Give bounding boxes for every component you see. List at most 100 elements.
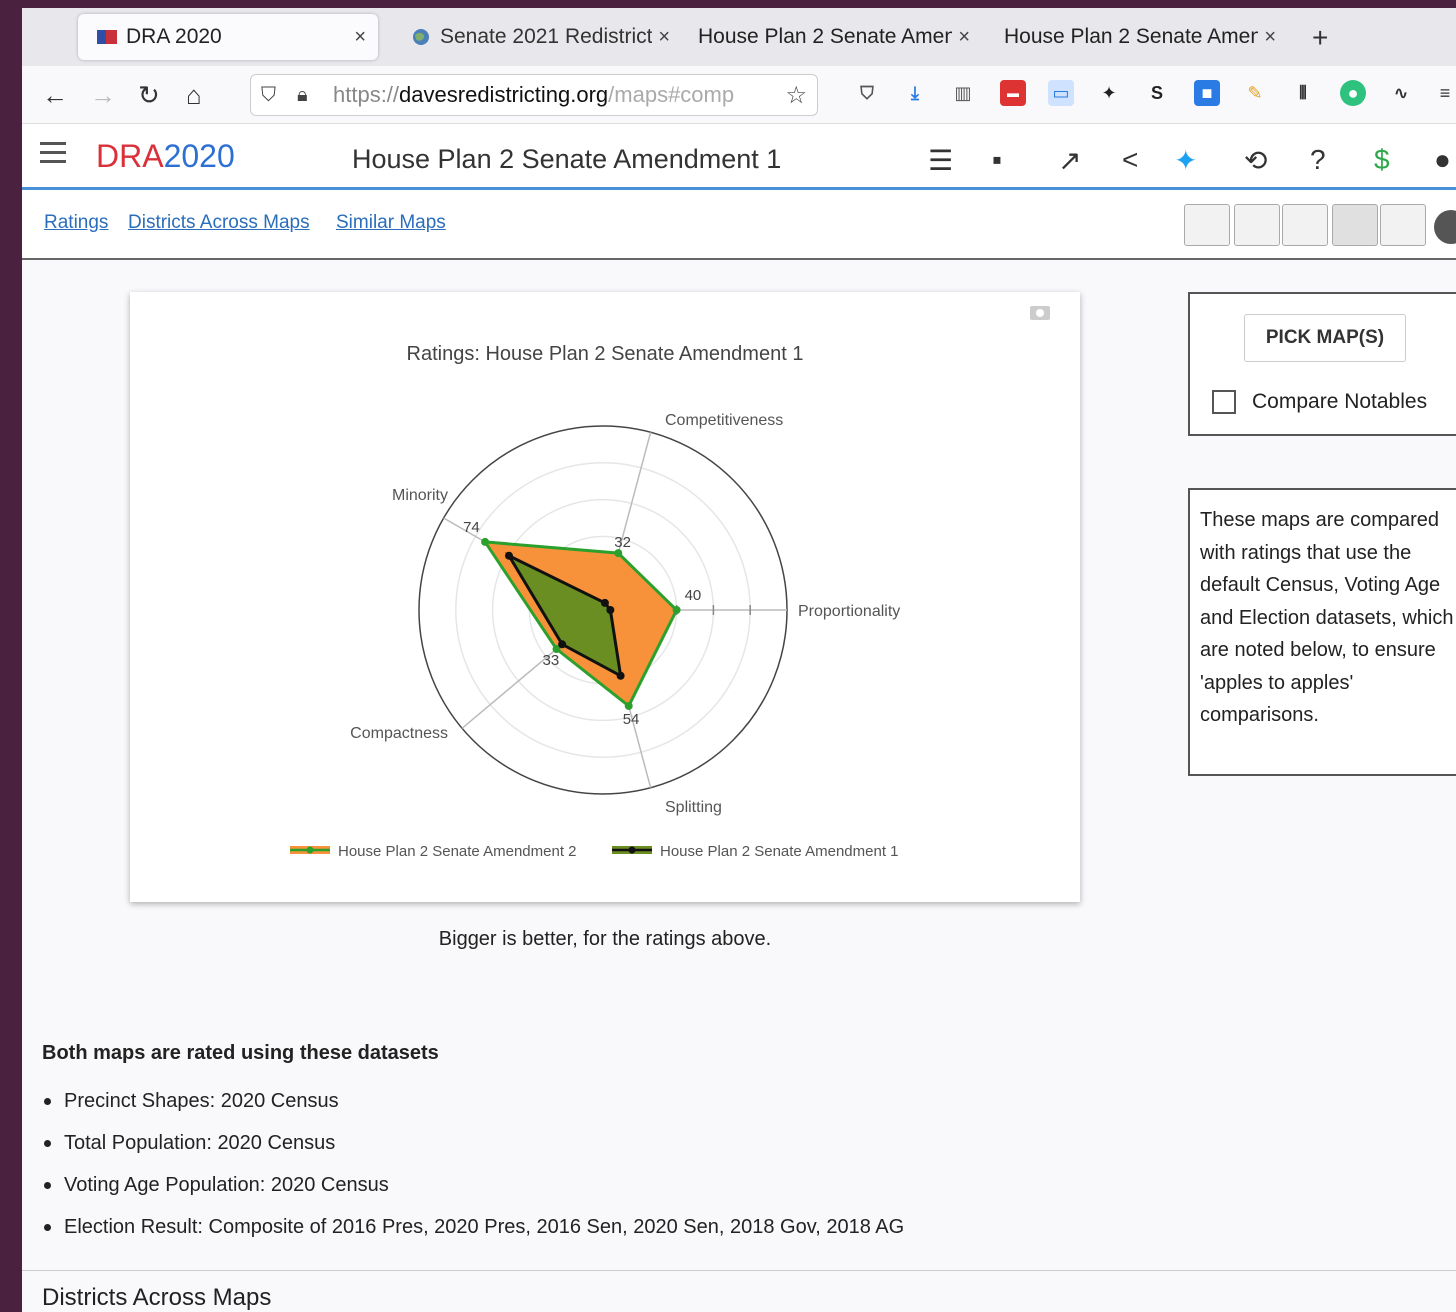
tab-dra-2020[interactable]: DRA 2020 × [78, 14, 378, 60]
list-item: Voting Age Population: 2020 Census [42, 1164, 904, 1206]
donate-icon[interactable]: $ [1374, 144, 1390, 176]
tab-house-plan-a[interactable]: House Plan 2 Senate Amen × [682, 14, 982, 60]
url-host: davesredistricting.org [399, 82, 609, 107]
tab-title: House Plan 2 Senate Amen [1004, 25, 1259, 48]
datasets-title: Both maps are rated using these datasets [42, 1042, 439, 1064]
axis-label: Competitiveness [665, 412, 783, 429]
list-item: Election Result: Composite of 2016 Pres,… [42, 1206, 904, 1248]
close-icon[interactable]: × [958, 26, 970, 49]
close-icon[interactable]: × [354, 26, 366, 49]
page-title: House Plan 2 Senate Amendment 1 [352, 144, 782, 174]
pocket-icon[interactable]: ⛉ [854, 80, 880, 106]
compare-notables-label: Compare Notables [1252, 390, 1428, 413]
extension-doc-icon[interactable]: ▭ [1048, 80, 1074, 106]
hamburger-menu-icon[interactable] [40, 142, 66, 169]
forward-icon[interactable]: → [90, 80, 116, 111]
logo-text: DRA [96, 138, 164, 174]
extension-green-icon[interactable]: ● [1340, 80, 1366, 106]
data-point [481, 537, 490, 546]
list-item: Precinct Shapes: 2020 Census [42, 1080, 904, 1122]
tab-strip: DRA 2020 × Senate 2021 Redistricti × Hou… [22, 8, 1456, 66]
value-label: 74 [463, 519, 480, 536]
new-tab-button[interactable]: + [1312, 22, 1328, 54]
library-icon[interactable]: ▥ [950, 80, 976, 106]
data-point [606, 606, 615, 614]
legend-label: House Plan 2 Senate Amendment 2 [338, 843, 577, 860]
tab-title: Senate 2021 Redistricti [440, 25, 653, 48]
app-header: DRA2020 House Plan 2 Senate Amendment 1 … [22, 124, 1456, 190]
view-map-button[interactable] [1184, 204, 1230, 246]
view-radar-button[interactable] [1282, 204, 1328, 246]
tab-title: House Plan 2 Senate Amen [698, 25, 953, 48]
dra-logo[interactable]: DRA2020 [96, 138, 235, 175]
share-icon[interactable]: < [1122, 144, 1138, 176]
chart-legend: House Plan 2 Senate Amendment 2 House Pla… [290, 843, 899, 860]
download-icon[interactable]: ⤓ [902, 80, 928, 106]
axis-label: Minority [392, 487, 448, 504]
value-label: 33 [542, 652, 559, 669]
compare-notables-checkbox[interactable] [1212, 390, 1236, 414]
link-similar-maps[interactable]: Similar Maps [336, 212, 446, 234]
shield-icon: ⛉ [261, 83, 276, 106]
us-flag-icon [97, 30, 117, 44]
camera-icon[interactable] [1030, 306, 1050, 320]
logo-text: 2020 [163, 138, 235, 174]
pick-maps-panel: PICK MAP(S) Compare Notables [1188, 292, 1456, 436]
extension-red-icon[interactable]: ▬ [1000, 80, 1026, 106]
close-icon[interactable]: × [1264, 26, 1276, 49]
info-icon[interactable] [1434, 210, 1456, 244]
link-districts-across-maps[interactable]: Districts Across Maps [128, 212, 310, 234]
url-scheme: https:// [333, 82, 400, 107]
twitter-icon[interactable]: ✦ [1174, 144, 1197, 177]
value-label: 40 [685, 587, 702, 604]
data-point [624, 701, 633, 710]
browser-window: DRA 2020 × Senate 2021 Redistricti × Hou… [22, 8, 1456, 1312]
datasets-list: Precinct Shapes: 2020 Census Total Popul… [42, 1080, 904, 1248]
axis-label: Compactness [350, 725, 448, 742]
home-icon[interactable]: ⌂ [186, 80, 202, 111]
history-icon[interactable]: ⟲ [1244, 144, 1267, 177]
tab-title: DRA 2020 [126, 25, 222, 48]
data-point [616, 671, 625, 680]
extension-shield-icon[interactable]: ✦ [1096, 80, 1122, 106]
data-point [558, 640, 567, 649]
tab-senate-2021[interactable]: Senate 2021 Redistricti × [392, 14, 682, 60]
bookmark-star-icon[interactable]: ☆ [785, 81, 807, 110]
axis-label: Proportionality [798, 603, 900, 620]
list-icon[interactable]: ☰ [928, 144, 953, 177]
extension-s-icon[interactable]: S [1144, 80, 1170, 106]
extension-bars-icon[interactable]: ⦀ [1290, 80, 1316, 106]
comment-icon[interactable]: ▪ [992, 144, 1002, 176]
extension-paint-icon[interactable]: ✎ [1242, 80, 1268, 106]
open-external-icon[interactable]: ↗ [1058, 144, 1081, 177]
tab-house-plan-b[interactable]: House Plan 2 Senate Amen × [988, 14, 1288, 60]
chart-title: Ratings: House Plan 2 Senate Amendment 1 [407, 343, 804, 365]
view-table-button[interactable] [1234, 204, 1280, 246]
legend-marker [306, 846, 314, 854]
close-icon[interactable]: × [658, 26, 670, 49]
chart-caption: Bigger is better, for the ratings above. [438, 928, 772, 950]
view-compare-button[interactable] [1332, 204, 1378, 246]
account-icon[interactable]: ● [1434, 144, 1451, 176]
lock-icon: 🔒︎ [297, 83, 308, 106]
extension-blue-icon[interactable]: ■ [1194, 80, 1220, 106]
extension-wave-icon[interactable]: ∿ [1388, 80, 1414, 106]
legend-label: House Plan 2 Senate Amendment 1 [660, 843, 899, 860]
ratings-chart-card: Ratings: House Plan 2 Senate Amendment 1… [130, 292, 1080, 902]
view-scatter-button[interactable] [1380, 204, 1426, 246]
data-point [672, 606, 681, 614]
reload-icon[interactable]: ↻ [138, 80, 160, 111]
section-divider [22, 1270, 1456, 1271]
sub-navigation: Ratings Districts Across Maps Similar Ma… [22, 190, 1456, 260]
link-ratings[interactable]: Ratings [44, 212, 108, 234]
value-label: 32 [614, 534, 631, 551]
url-bar[interactable]: ⛉ 🔒︎ https://davesredistricting.org/maps… [250, 74, 818, 116]
help-icon[interactable]: ? [1310, 144, 1326, 176]
menu-icon[interactable]: ≡ [1432, 80, 1456, 106]
radar-chart: Ratings: House Plan 2 Senate Amendment 1… [290, 306, 1050, 860]
pick-maps-button[interactable]: PICK MAP(S) [1244, 314, 1406, 362]
radar-series [481, 537, 681, 710]
data-point [504, 551, 513, 560]
data-point [600, 598, 609, 607]
back-icon[interactable]: ← [42, 80, 68, 111]
